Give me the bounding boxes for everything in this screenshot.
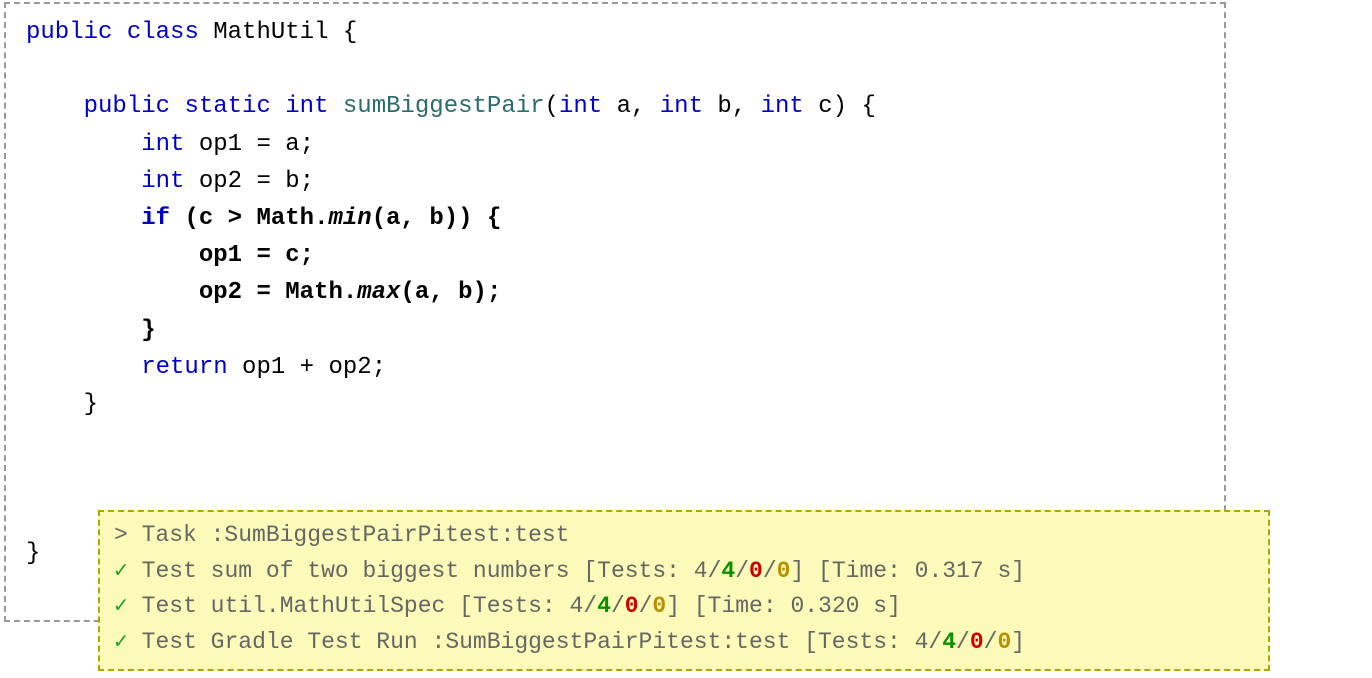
class-name: MathUtil [213, 19, 328, 46]
kw-public: public [26, 19, 112, 46]
check-icon: ✓ [114, 629, 128, 655]
tests-total: 4 [694, 558, 708, 584]
tests-skip: 0 [777, 558, 791, 584]
check-icon: ✓ [114, 593, 128, 619]
method-name: sumBiggestPair [343, 93, 545, 120]
test-output-panel: > Task :SumBiggestPairPitest:test ✓ Test… [98, 510, 1270, 671]
tests-fail: 0 [749, 558, 763, 584]
tests-pass: 4 [721, 558, 735, 584]
check-icon: ✓ [114, 558, 128, 584]
kw-class: class [127, 19, 199, 46]
task-line: > Task :SumBiggestPairPitest:test [114, 522, 569, 548]
